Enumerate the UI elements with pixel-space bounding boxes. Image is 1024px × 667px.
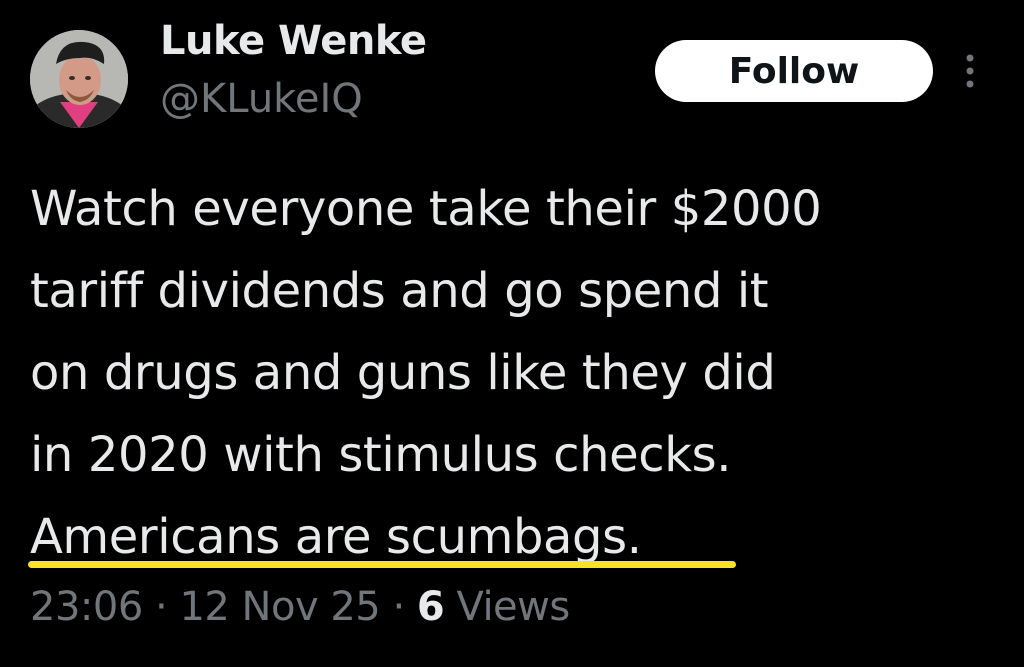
avatar-photo-icon (30, 30, 128, 128)
tweet-text: Watch everyone take their $2000 tariff d… (30, 168, 1010, 578)
views-label[interactable]: Views (456, 584, 570, 630)
author-display-name[interactable]: Luke Wenke (160, 18, 427, 64)
follow-button-label: Follow (728, 50, 860, 92)
tweet-line: tariff dividends and go spend it (30, 263, 769, 319)
tweet-line: in 2020 with stimulus checks. (30, 427, 732, 483)
tweet-metadata: 23:06 · 12 Nov 25 · 6 Views (30, 584, 570, 630)
meta-separator: · (155, 584, 168, 630)
author-handle[interactable]: @KLukeIQ (160, 76, 363, 122)
tweet-date[interactable]: 12 Nov 25 (179, 584, 380, 630)
tweet-time[interactable]: 23:06 (30, 584, 143, 630)
tweet-line: on drugs and guns like they did (30, 345, 776, 401)
follow-button[interactable]: Follow (655, 40, 933, 102)
tweet-line: Watch everyone take their $2000 (30, 181, 822, 237)
author-avatar[interactable] (30, 30, 128, 128)
yellow-underline-highlight (28, 561, 736, 568)
views-count[interactable]: 6 (417, 584, 445, 630)
meta-separator: · (392, 584, 405, 630)
more-options-icon[interactable] (958, 46, 982, 96)
